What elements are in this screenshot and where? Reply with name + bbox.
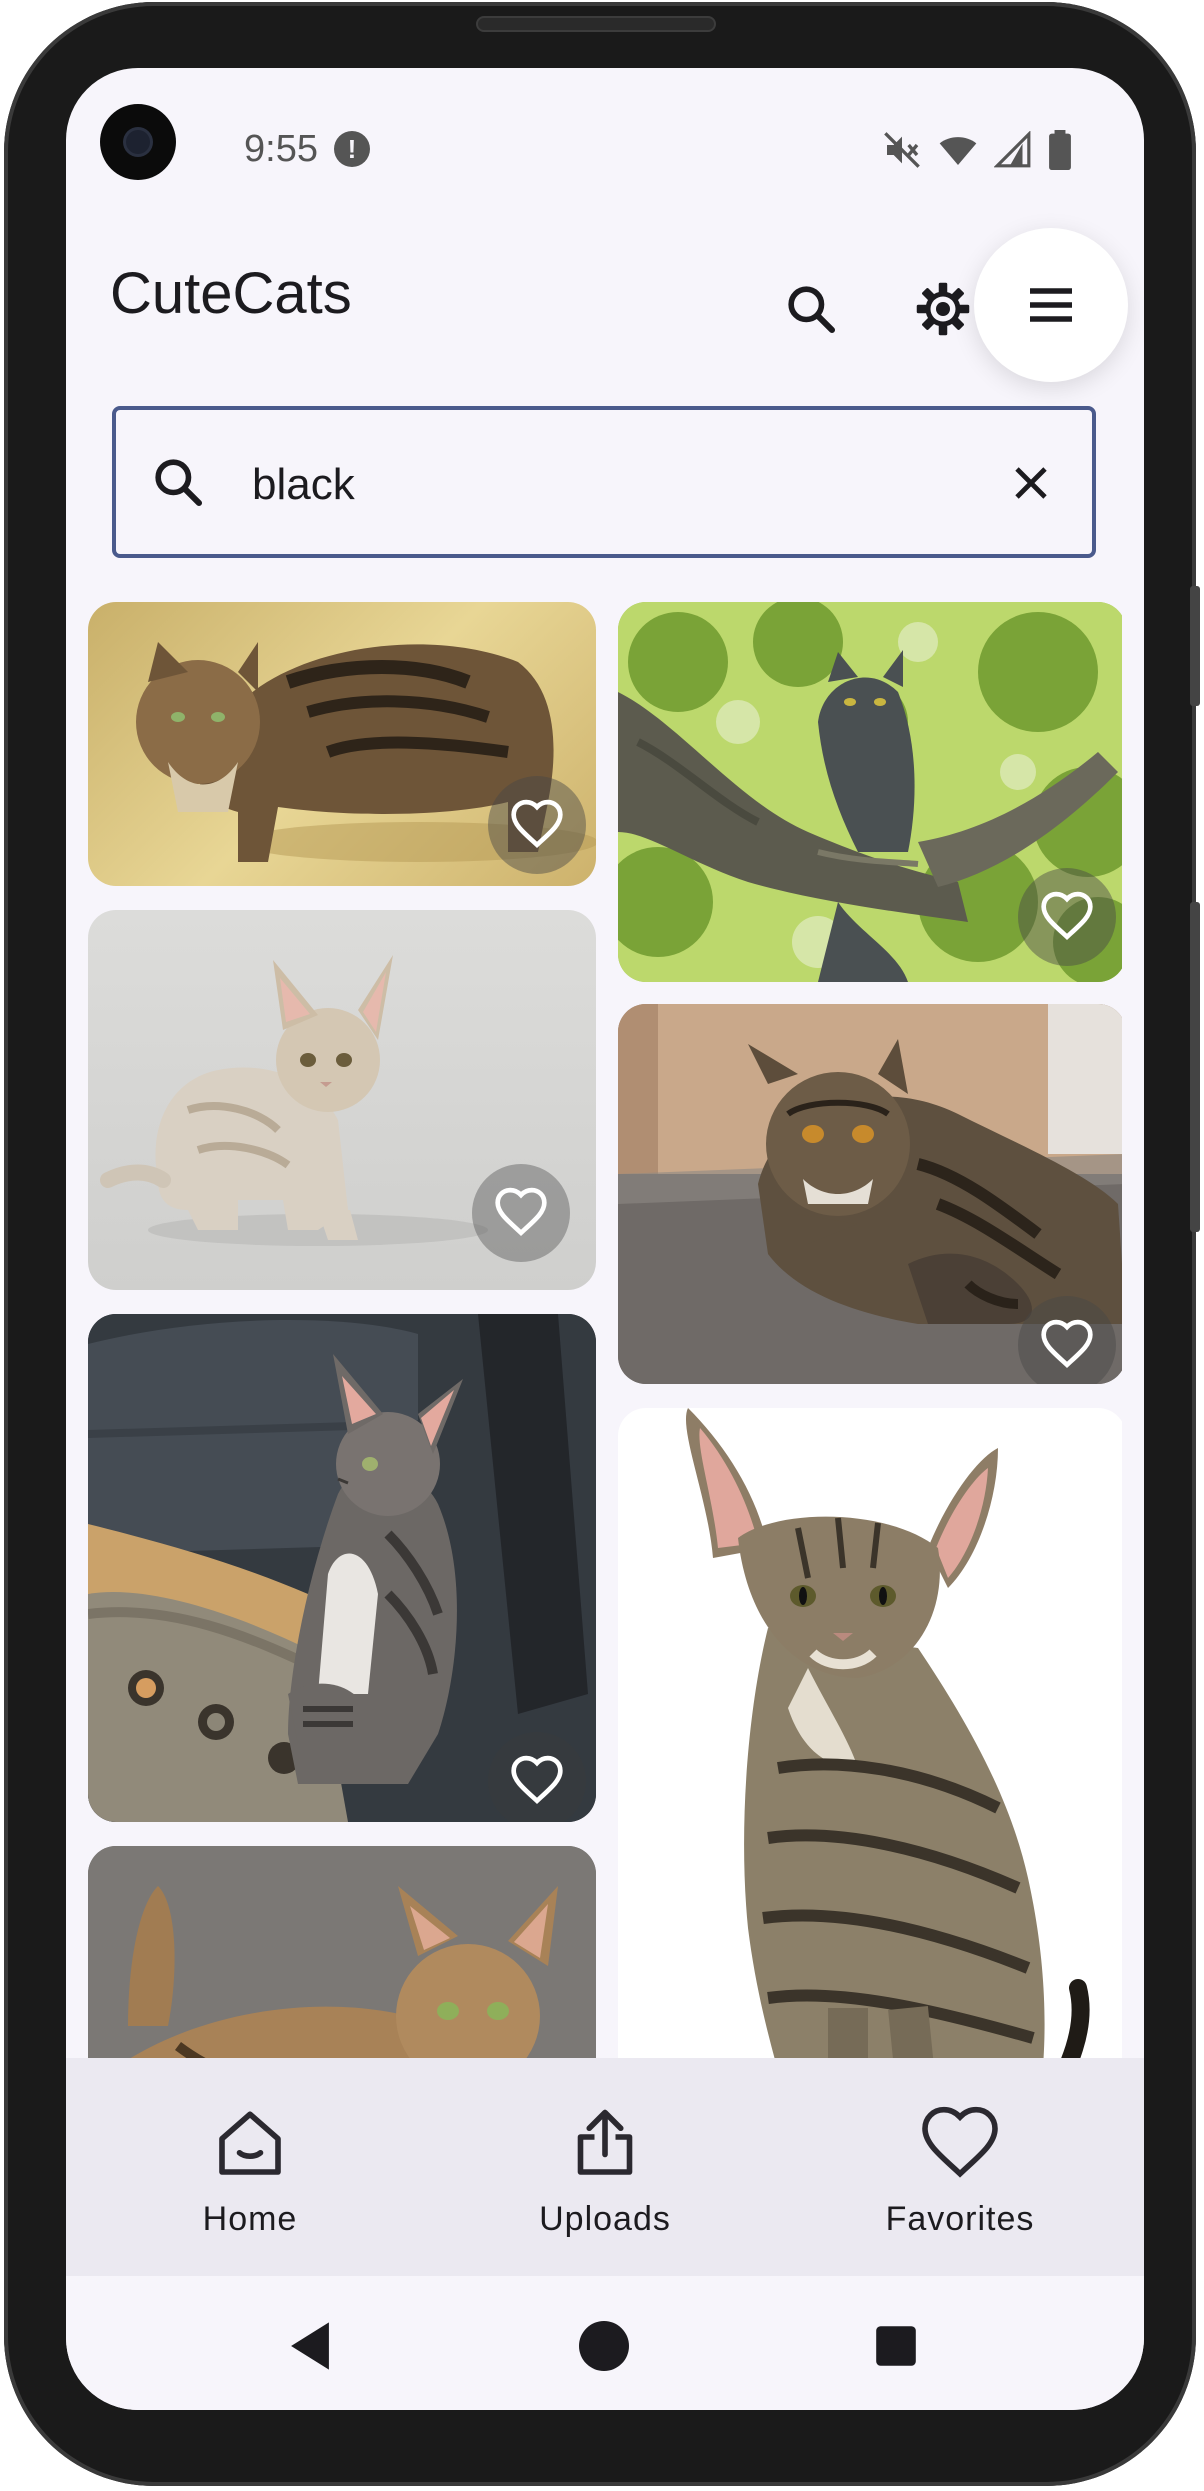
system-recents-button[interactable] <box>866 2316 926 2376</box>
system-home-button[interactable] <box>574 2316 634 2376</box>
cat-photo <box>685 1408 1090 2058</box>
recents-icon <box>876 2326 916 2366</box>
system-icons <box>882 130 1072 175</box>
search-icon <box>788 286 836 334</box>
signal-icon <box>993 130 1032 174</box>
bottom-navigation: Home Uploads Favorites <box>66 2058 1144 2276</box>
cat-card[interactable] <box>88 1314 596 1822</box>
search-input[interactable] <box>252 450 952 520</box>
clear-search-button[interactable] <box>996 448 1066 518</box>
nav-label-uploads: Uploads <box>539 2200 671 2238</box>
cat-card[interactable] <box>618 1004 1122 1384</box>
cat-photo <box>88 1846 596 2058</box>
back-icon <box>291 2322 329 2370</box>
upload-icon <box>577 2109 633 2175</box>
heart-outline-icon <box>1041 891 1093 941</box>
heart-icon <box>922 2106 998 2178</box>
heart-outline-icon <box>511 1755 563 1805</box>
search-button[interactable] <box>766 264 856 354</box>
status-time: 9:55 <box>244 128 318 170</box>
search-icon <box>155 459 203 507</box>
home-icon <box>219 2111 281 2175</box>
front-camera <box>100 104 176 180</box>
favorite-button[interactable] <box>1018 868 1116 966</box>
menu-button[interactable] <box>974 228 1128 382</box>
nav-item-favorites[interactable]: Favorites <box>810 2058 1110 2276</box>
system-navigation-bar <box>66 2276 1144 2410</box>
nav-label-home: Home <box>202 2200 298 2238</box>
app-title: CuteCats <box>110 261 352 326</box>
favorite-button[interactable] <box>1018 1296 1116 1384</box>
cat-gallery <box>88 602 1122 2058</box>
settings-icon <box>916 282 970 336</box>
battery-icon <box>1048 130 1072 175</box>
nav-item-uploads[interactable]: Uploads <box>455 2058 755 2276</box>
clear-icon <box>1015 467 1047 499</box>
cat-card[interactable] <box>88 602 596 886</box>
screen: 9:55 ! CuteCats black Home Uploads Favor… <box>66 68 1144 2410</box>
favorite-button[interactable] <box>488 1732 586 1822</box>
alert-badge-icon: ! <box>334 131 370 167</box>
system-back-button[interactable] <box>280 2316 340 2376</box>
nav-item-home[interactable]: Home <box>100 2058 400 2276</box>
favorite-button[interactable] <box>472 1164 570 1262</box>
wifi-icon <box>938 130 978 175</box>
status-bar: 9:55 ! <box>66 68 1144 188</box>
favorite-button[interactable] <box>488 776 586 874</box>
mute-icon <box>882 130 922 175</box>
cat-card[interactable] <box>618 1408 1122 2058</box>
nav-label-favorites: Favorites <box>885 2200 1035 2238</box>
menu-icon <box>1030 288 1072 322</box>
phone-frame: 9:55 ! CuteCats black Home Uploads Favor… <box>4 2 1200 2486</box>
cat-card[interactable] <box>618 602 1122 982</box>
cat-card[interactable] <box>88 910 596 1290</box>
earpiece-speaker <box>476 16 716 32</box>
heart-outline-icon <box>495 1187 547 1237</box>
search-field[interactable] <box>112 406 1096 558</box>
heart-outline-icon <box>511 799 563 849</box>
home-circle-icon <box>579 2321 629 2371</box>
heart-outline-icon <box>1041 1319 1093 1369</box>
power-button <box>1190 902 1200 1232</box>
volume-button <box>1190 586 1200 706</box>
cat-card[interactable] <box>88 1846 596 2058</box>
